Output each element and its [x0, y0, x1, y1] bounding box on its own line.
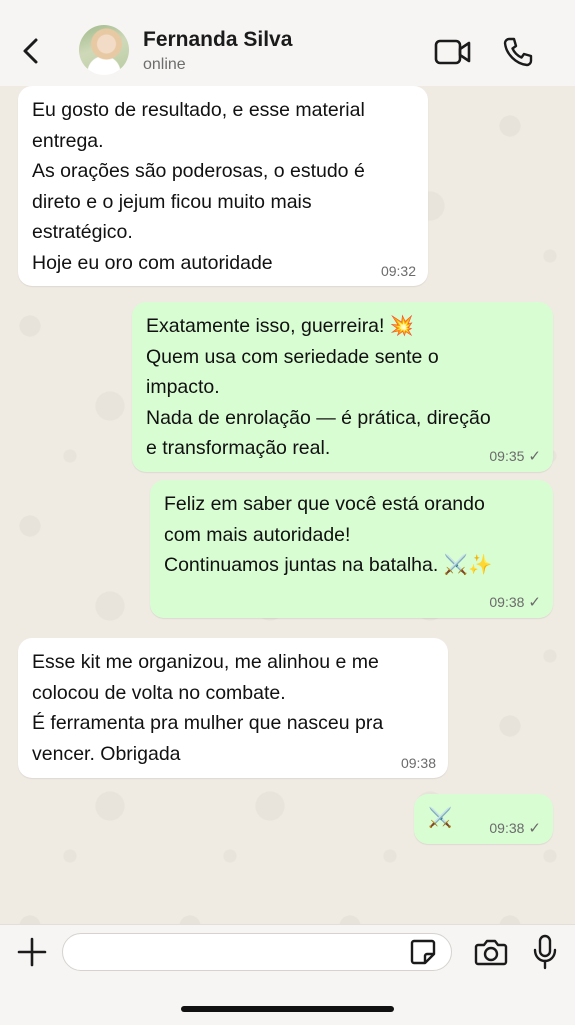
- message-input[interactable]: [62, 933, 452, 971]
- message-meta: 09:32: [381, 263, 416, 279]
- chevron-left-icon: [23, 38, 38, 64]
- plus-icon: [17, 937, 47, 967]
- message-bubble-incoming[interactable]: Eu gosto de resultado, e esse material e…: [18, 86, 428, 286]
- message-meta: 09:35 ✓: [489, 448, 541, 465]
- message-text: Esse kit me organizou, me alinhou e me c…: [32, 651, 384, 765]
- message-text: Feliz em saber que você está orando com …: [164, 493, 493, 576]
- camera-icon: [474, 939, 508, 966]
- attach-button[interactable]: [15, 935, 49, 969]
- chat-header: Fernanda Silva online: [0, 14, 575, 87]
- back-button[interactable]: [16, 34, 46, 68]
- message-time: 09:38: [489, 820, 525, 836]
- video-call-button[interactable]: [434, 38, 472, 66]
- contact-name[interactable]: Fernanda Silva: [143, 28, 292, 52]
- voice-call-button[interactable]: [502, 36, 534, 68]
- chat-area[interactable]: Eu gosto de resultado, e esse material e…: [0, 86, 575, 924]
- status-bar: [0, 0, 575, 14]
- microphone-button[interactable]: [532, 933, 558, 971]
- sent-check-icon: ✓: [528, 594, 541, 611]
- sent-check-icon: ✓: [528, 820, 541, 837]
- camera-button[interactable]: [474, 937, 508, 967]
- microphone-icon: [533, 934, 557, 970]
- message-bubble-outgoing[interactable]: Feliz em saber que você está orando com …: [150, 480, 553, 618]
- sticker-icon: [410, 939, 436, 965]
- home-indicator: [181, 1006, 394, 1012]
- sent-check-icon: ✓: [528, 448, 541, 465]
- message-meta: 09:38 ✓: [489, 820, 541, 837]
- message-time: 09:38: [400, 755, 436, 771]
- contact-status: online: [143, 56, 186, 73]
- message-time: 09:38: [489, 594, 525, 610]
- message-time: 09:35: [489, 448, 525, 464]
- sticker-button[interactable]: [409, 938, 437, 966]
- video-camera-icon: [434, 39, 471, 65]
- message-bubble-outgoing[interactable]: Exatamente isso, guerreira! 💥 Quem usa c…: [132, 302, 553, 472]
- avatar[interactable]: [79, 25, 129, 75]
- message-bubble-incoming[interactable]: Esse kit me organizou, me alinhou e me c…: [18, 638, 448, 778]
- message-meta: 09:38 ✓: [489, 594, 541, 611]
- message-text: Exatamente isso, guerreira! 💥 Quem usa c…: [146, 315, 491, 459]
- message-time: 09:32: [380, 263, 416, 279]
- phone-icon: [503, 37, 533, 67]
- message-text: Eu gosto de resultado, e esse material e…: [32, 99, 365, 274]
- message-bubble-outgoing[interactable]: ⚔️ 09:38 ✓: [414, 794, 553, 844]
- composer-bar: [0, 924, 575, 1025]
- message-meta: 09:38: [401, 755, 436, 771]
